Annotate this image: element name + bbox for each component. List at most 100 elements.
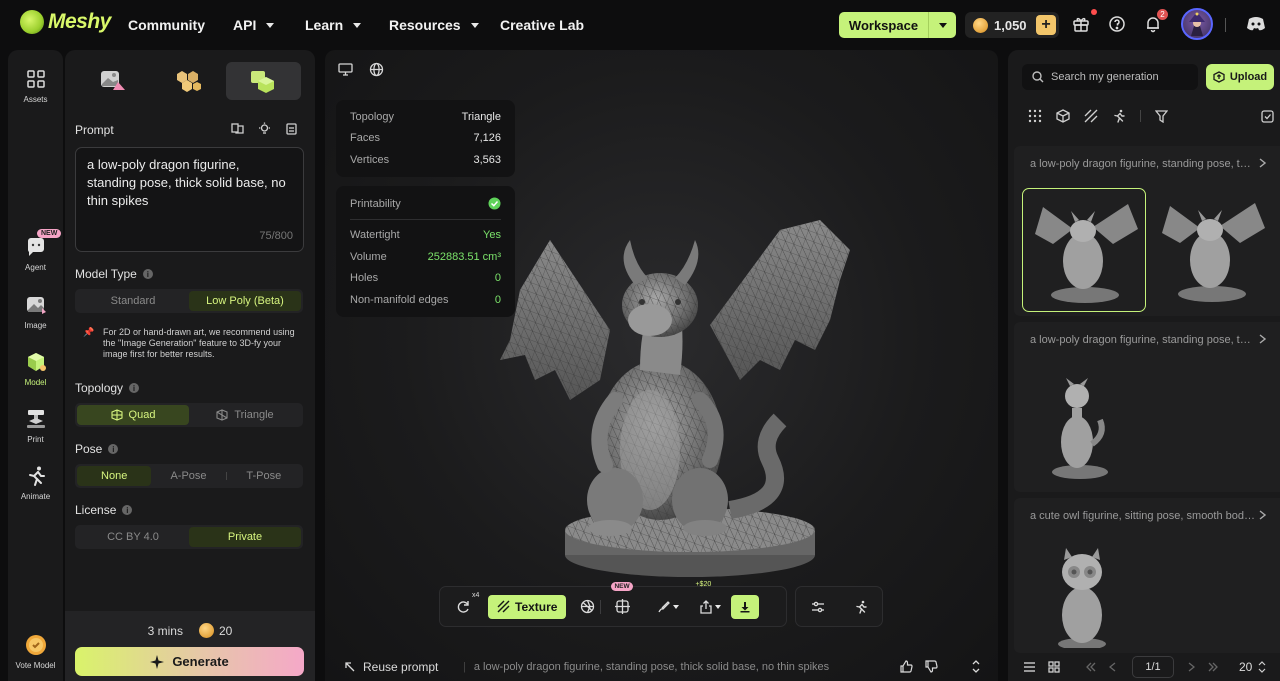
- download-button[interactable]: [731, 594, 760, 619]
- filter-icon[interactable]: [1155, 109, 1168, 123]
- rail-item-print[interactable]: Print: [8, 408, 63, 444]
- generation-meta: 3 mins 20: [65, 623, 315, 638]
- info-icon[interactable]: i: [129, 383, 140, 393]
- prompt-textarea[interactable]: a low-poly dragon figurine, standing pos…: [75, 147, 304, 252]
- option-t-pose[interactable]: T-Pose: [227, 466, 301, 486]
- generation-title[interactable]: a low-poly dragon figurine, standing pos…: [1030, 334, 1256, 346]
- option-triangle[interactable]: Triangle: [189, 405, 301, 425]
- expand-icon[interactable]: [971, 660, 981, 673]
- printability-header: Printability: [350, 193, 501, 215]
- rail-item-image[interactable]: Image: [8, 294, 63, 330]
- option-private[interactable]: Private: [189, 527, 301, 547]
- rail-item-vote-model[interactable]: Vote Model: [8, 634, 63, 670]
- reuse-prompt-button[interactable]: Reuse prompt: [345, 660, 438, 674]
- image-icon: [26, 297, 46, 314]
- cube-icon[interactable]: [1056, 109, 1070, 123]
- info-icon[interactable]: i: [122, 505, 133, 515]
- clipboard-icon[interactable]: [285, 122, 298, 135]
- next-page-icon[interactable]: [1188, 662, 1195, 672]
- globe-icon[interactable]: [369, 62, 385, 78]
- generation-title[interactable]: a cute owl figurine, sitting pose, smoot…: [1030, 510, 1256, 522]
- rail-item-agent[interactable]: NEW Agent: [8, 229, 63, 272]
- help-icon[interactable]: [1108, 15, 1128, 35]
- list-view-icon[interactable]: [1023, 661, 1036, 673]
- avatar[interactable]: [1181, 8, 1213, 40]
- remesh-button[interactable]: x4: [450, 592, 479, 620]
- translate-icon[interactable]: [231, 122, 244, 135]
- export-dropdown[interactable]: +$20: [691, 581, 722, 620]
- tab-text-to-3d[interactable]: [225, 62, 301, 100]
- divider: [600, 599, 602, 614]
- model-viewport[interactable]: Topology Triangle Faces 7,126 Vertices 3,56…: [325, 50, 998, 681]
- option-low-poly[interactable]: Low Poly (Beta): [189, 291, 301, 311]
- style-dropdown[interactable]: [649, 594, 680, 620]
- grid-view-icon[interactable]: [1048, 661, 1060, 673]
- logo-text: Meshy: [48, 10, 111, 33]
- prev-page-icon[interactable]: [1109, 662, 1116, 672]
- add-credits-button[interactable]: +: [1036, 15, 1056, 35]
- generation-title[interactable]: a low-poly dragon figurine, standing pos…: [1030, 158, 1256, 170]
- generation-thumbnail[interactable]: [1022, 540, 1146, 648]
- rig-button[interactable]: NEW: [609, 581, 635, 620]
- remesh-options-button[interactable]: [574, 594, 600, 620]
- upload-button[interactable]: Upload: [1206, 64, 1274, 90]
- generation-thumbnail[interactable]: [1022, 364, 1146, 488]
- info-icon[interactable]: i: [108, 444, 119, 454]
- nav-learn[interactable]: Learn: [305, 17, 362, 33]
- option-standard[interactable]: Standard: [77, 291, 189, 311]
- thumbs-down-icon[interactable]: [925, 660, 938, 673]
- thumbs-up-icon[interactable]: [900, 660, 913, 673]
- option-a-pose[interactable]: A-Pose: [151, 466, 225, 486]
- info-icon[interactable]: i: [142, 269, 153, 279]
- page-size-select[interactable]: 20: [1239, 660, 1252, 674]
- coin-icon: [198, 623, 214, 638]
- rail-item-animate[interactable]: Animate: [8, 465, 63, 501]
- animate-button[interactable]: [848, 594, 874, 620]
- option-pose-none[interactable]: None: [77, 466, 152, 486]
- stat-row: Vertices 3,563: [350, 153, 501, 166]
- monitor-icon[interactable]: [338, 62, 354, 78]
- workspace-button[interactable]: Workspace: [839, 12, 956, 38]
- generate-button[interactable]: Generate: [75, 647, 304, 676]
- workspace-dropdown[interactable]: [928, 12, 956, 38]
- nav-resources[interactable]: Resources: [389, 17, 479, 33]
- texture-button[interactable]: Texture: [488, 594, 567, 619]
- generation-thumbnail[interactable]: [1150, 188, 1274, 312]
- sort-chevron-icon[interactable]: [1258, 661, 1266, 673]
- chevron-right-icon[interactable]: [1259, 158, 1266, 168]
- option-cc-by[interactable]: CC BY 4.0: [77, 527, 189, 547]
- nav-community[interactable]: Community: [128, 17, 205, 33]
- nav-label: Community: [128, 17, 205, 33]
- texture-icon[interactable]: [1084, 109, 1098, 123]
- chevron-right-icon[interactable]: [1259, 334, 1266, 344]
- adjust-button[interactable]: [805, 594, 831, 620]
- pose-label: Pose i: [75, 442, 119, 456]
- grid-dots-icon[interactable]: [1028, 109, 1042, 123]
- running-icon[interactable]: [1112, 109, 1126, 123]
- chevron-right-icon[interactable]: [1259, 510, 1266, 520]
- divider: [1225, 18, 1226, 32]
- first-page-icon[interactable]: [1086, 662, 1096, 672]
- search-input[interactable]: Search my generation: [1022, 64, 1198, 90]
- meshy-logo[interactable]: Meshy: [20, 10, 111, 34]
- lightbulb-icon[interactable]: [258, 122, 271, 135]
- rail-item-assets[interactable]: Assets: [8, 68, 63, 104]
- gift-icon[interactable]: [1072, 15, 1092, 35]
- tab-image-to-3d[interactable]: [75, 62, 150, 100]
- last-page-icon[interactable]: [1208, 662, 1218, 672]
- rail-label: Assets: [23, 95, 48, 104]
- option-quad[interactable]: Quad: [77, 405, 189, 425]
- char-count: 75/800: [259, 230, 293, 242]
- discord-icon[interactable]: [1246, 15, 1266, 35]
- left-rail: Assets NEW Agent Image Model Print Anima…: [8, 50, 63, 681]
- nav-label: API: [233, 17, 257, 33]
- topology-label: Topology i: [75, 381, 140, 395]
- rail-item-model[interactable]: Model: [8, 351, 63, 387]
- generation-thumbnail[interactable]: [1022, 188, 1146, 312]
- page-indicator[interactable]: 1/1: [1132, 656, 1174, 678]
- nav-api[interactable]: API: [233, 17, 275, 33]
- tab-batch[interactable]: [150, 62, 225, 100]
- select-checkbox-icon[interactable]: [1261, 109, 1274, 123]
- credits-badge[interactable]: 1,050 +: [965, 12, 1059, 38]
- nav-creative-lab[interactable]: Creative Lab: [500, 17, 584, 33]
